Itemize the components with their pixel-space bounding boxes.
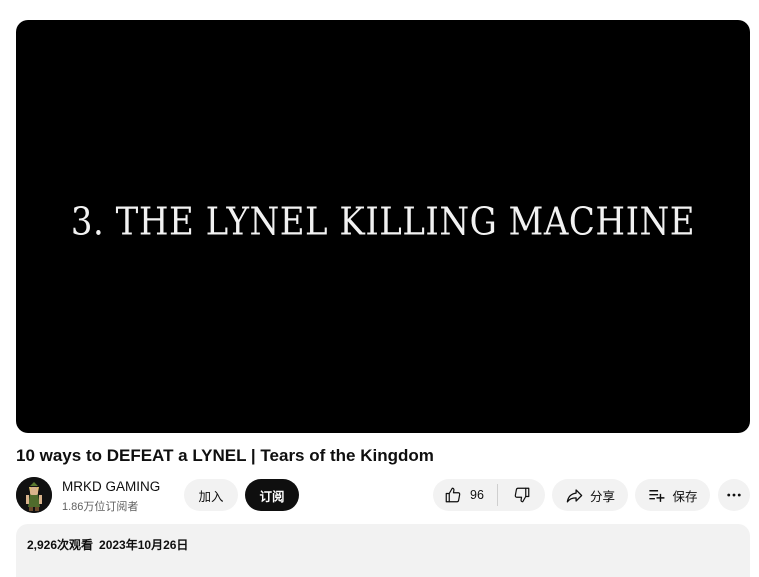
owner-actions-row: MRKD GAMING 1.86万位订阅者 加入 订阅 96 分享 保存	[16, 477, 750, 513]
like-button[interactable]: 96	[433, 479, 497, 511]
channel-name[interactable]: MRKD GAMING	[62, 479, 160, 494]
channel-avatar[interactable]	[16, 477, 52, 513]
share-arrow-icon	[566, 488, 583, 502]
thumbs-up-icon	[445, 487, 461, 503]
description-meta: 2,926次观看 2023年10月26日	[27, 536, 739, 553]
more-actions-button[interactable]	[718, 479, 750, 511]
link-character-avatar-icon	[16, 477, 52, 513]
more-horizontal-icon	[727, 493, 741, 497]
share-button-label: 分享	[589, 489, 615, 504]
playlist-add-icon	[649, 489, 665, 502]
video-frame-caption: 3. THE LYNEL KILLING MACHINE	[70, 199, 696, 244]
subscribe-button[interactable]: 订阅	[245, 479, 299, 511]
view-count: 2,926次观看	[27, 538, 94, 552]
video-title: 10 ways to DEFEAT a LYNEL | Tears of the…	[16, 446, 434, 465]
share-button[interactable]: 分享	[552, 479, 628, 511]
dislike-button[interactable]	[498, 479, 545, 511]
save-button[interactable]: 保存	[635, 479, 710, 511]
join-button[interactable]: 加入	[184, 479, 238, 511]
subscribe-button-label: 订阅	[259, 489, 285, 504]
subscriber-count: 1.86万位订阅者	[62, 501, 139, 513]
save-button-label: 保存	[672, 489, 698, 504]
thumbs-down-icon	[514, 487, 529, 503]
like-count: 96	[470, 488, 484, 502]
video-player[interactable]: 3. THE LYNEL KILLING MACHINE	[16, 20, 750, 433]
description-box[interactable]: 2,926次观看 2023年10月26日	[16, 524, 750, 577]
like-dislike-group: 96	[433, 479, 545, 511]
upload-date: 2023年10月26日	[99, 538, 189, 552]
join-button-label: 加入	[198, 489, 224, 504]
